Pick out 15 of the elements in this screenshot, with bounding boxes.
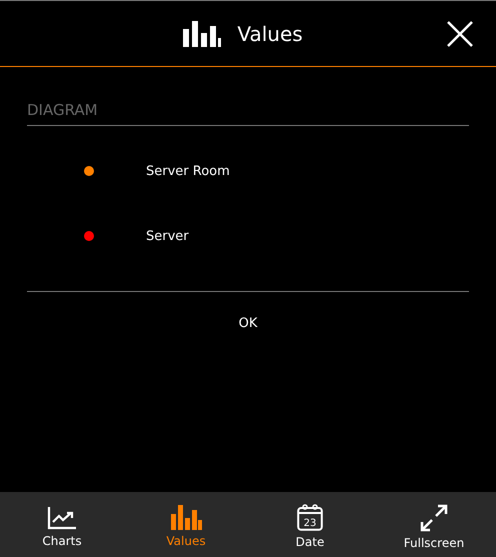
series-name: Server: [146, 228, 189, 244]
close-icon[interactable]: [446, 20, 474, 48]
expand-icon: [420, 504, 448, 532]
nav-tab[interactable]: Values: [124, 492, 248, 557]
nav-tab[interactable]: Fullscreen: [372, 492, 496, 557]
line-chart-icon: [47, 506, 77, 530]
nav-tab[interactable]: Charts: [0, 492, 124, 557]
bar-chart-icon: [183, 20, 222, 46]
bar-chart-icon: [170, 505, 202, 530]
calendar-icon: 23: [297, 504, 323, 531]
ok-button[interactable]: OK: [232, 314, 264, 333]
series-name: Server Room: [146, 164, 230, 178]
section-heading: DIAGRAM: [27, 101, 469, 126]
nav-tab[interactable]: 23 Date: [248, 492, 372, 557]
window-title: Values: [237, 22, 303, 46]
